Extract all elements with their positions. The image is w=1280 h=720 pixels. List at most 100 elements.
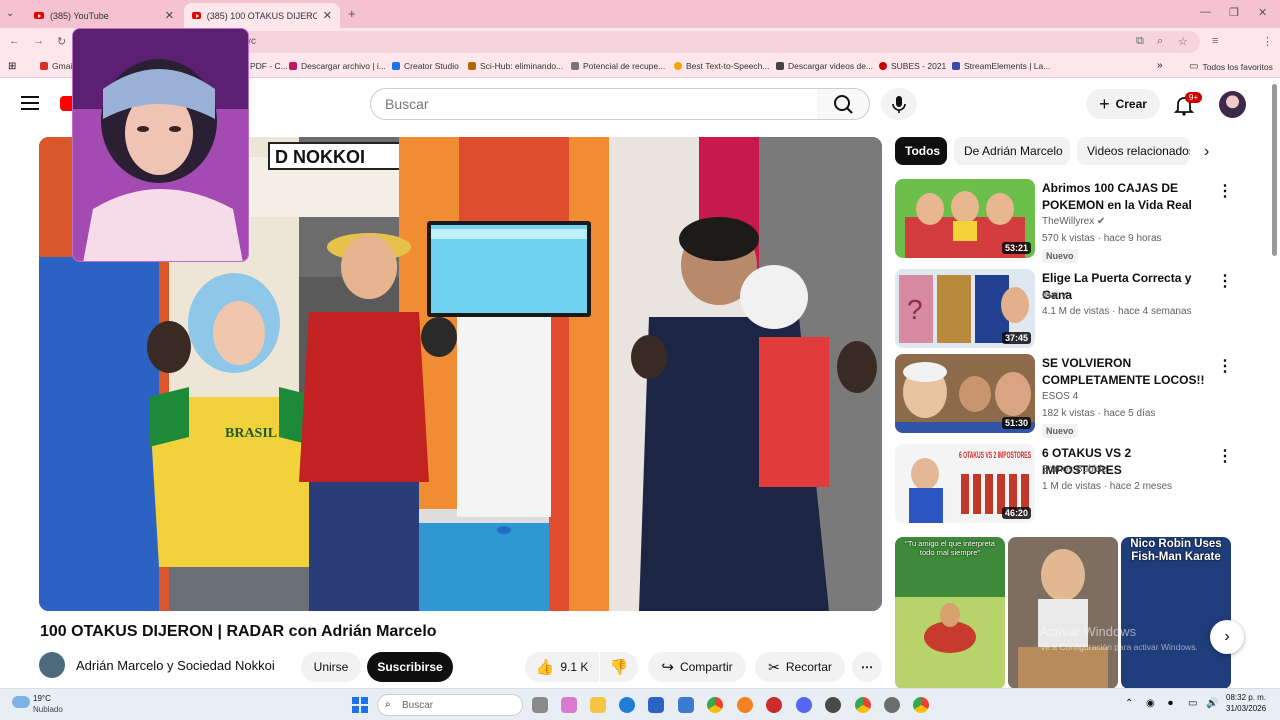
channel-name[interactable]: Adrián Marcelo y Sociedad Nokkoi — [76, 658, 275, 673]
short-thumbnail — [895, 597, 1005, 689]
clock-time[interactable]: 08:32 p. m. — [1226, 693, 1266, 702]
recommendation-item[interactable]: 6 OTAKUS VS 2 IMPOSTORES 46:20 6 OTAKUS … — [895, 444, 1235, 524]
bookmark-label: StreamElements | La... — [964, 61, 1051, 71]
clock-date[interactable]: 31/03/2026 — [1226, 704, 1266, 713]
account-avatar[interactable] — [1219, 91, 1246, 118]
chrome-alt-icon[interactable] — [913, 697, 929, 713]
menu-icon[interactable]: ⋮ — [1262, 35, 1273, 48]
bookmark-tts[interactable]: Best Text-to-Speech... — [674, 61, 769, 71]
short-item[interactable] — [1008, 537, 1118, 689]
more-vertical-icon[interactable]: ⋮ — [1217, 446, 1233, 466]
search-button[interactable] — [817, 88, 870, 120]
bookmark-scihub[interactable]: Sci-Hub: eliminando... — [468, 61, 563, 71]
weather-temp[interactable]: 19°C — [33, 694, 51, 703]
task-view-icon[interactable] — [532, 697, 548, 713]
edge-icon[interactable] — [619, 697, 635, 713]
close-tab-icon[interactable]: ✕ — [165, 9, 174, 22]
channel-avatar[interactable] — [39, 652, 65, 678]
clip-button[interactable]: ✂ Recortar — [755, 652, 845, 682]
weather-desc[interactable]: Nublado — [33, 705, 63, 714]
reload-icon[interactable]: ↻ — [57, 35, 66, 48]
bookmark-potencial[interactable]: Potencial de recupe... — [571, 61, 665, 71]
store-icon[interactable] — [648, 697, 664, 713]
bookmark-pdf[interactable]: PDF - C... — [250, 61, 288, 71]
settings-icon[interactable] — [884, 697, 900, 713]
copilot-icon[interactable] — [561, 697, 577, 713]
apps-icon[interactable]: ⊞ — [8, 61, 16, 72]
chrome-profile-icon[interactable] — [855, 697, 871, 713]
monitor-icon[interactable]: ▭ — [1188, 698, 1197, 709]
bookmark-creator-studio[interactable]: Creator Studio — [392, 61, 459, 71]
bookmark-streamelements[interactable]: StreamElements | La... — [952, 61, 1050, 71]
tab-search-icon[interactable]: ⌄ — [6, 8, 14, 19]
bookmark-label: Sci-Hub: eliminando... — [480, 61, 564, 71]
chip-from-channel[interactable]: De Adrián Marcelo — [954, 137, 1070, 165]
file-explorer-icon[interactable] — [590, 697, 606, 713]
wifi-icon[interactable]: ◉ — [1146, 698, 1155, 709]
more-bookmarks-icon[interactable]: » — [1157, 60, 1163, 71]
firefox-icon[interactable] — [737, 697, 753, 713]
more-horizontal-icon: ⋯ — [861, 660, 873, 674]
cloud-icon — [12, 696, 30, 708]
folder-icon: ▭ — [1189, 61, 1199, 72]
taskbar-search[interactable]: Buscar — [377, 694, 523, 716]
bookmark-descargar-videos[interactable]: Descargar videos de... — [776, 61, 873, 71]
more-actions-button[interactable]: ⋯ — [852, 652, 882, 682]
tab-current-video[interactable]: (385) 100 OTAKUS DIJERON | RA ✕ — [184, 3, 340, 28]
windows-start-icon[interactable] — [352, 697, 368, 713]
voice-search-button[interactable] — [881, 88, 917, 120]
bookmark-star-icon[interactable]: ☆ — [1178, 35, 1188, 48]
join-button[interactable]: Unirse — [301, 652, 361, 682]
new-tab-icon[interactable]: + — [348, 6, 356, 21]
mail-icon[interactable] — [678, 697, 694, 713]
obs-icon[interactable] — [825, 697, 841, 713]
short-item[interactable]: "Tu amigo el que interpreta todo mal sie… — [895, 537, 1005, 689]
chip-related[interactable]: Videos relacionados — [1077, 137, 1190, 165]
bookmark-gmail[interactable]: Gmail — [40, 61, 74, 71]
more-vertical-icon[interactable]: ⋮ — [1217, 181, 1233, 201]
shorts-next-button[interactable]: › — [1210, 620, 1244, 654]
subscribe-button[interactable]: Suscribirse — [367, 652, 453, 682]
share-button[interactable]: ↪ Compartir — [648, 652, 746, 682]
recommendation-item[interactable]: 51:30 SE VOLVIERON COMPLETAMENTE LOCOS!!… — [895, 354, 1235, 438]
cast-icon[interactable]: ⧉ — [1136, 35, 1144, 48]
close-tab-icon[interactable]: ✕ — [323, 9, 332, 22]
zoom-icon[interactable]: ⌕ — [1157, 35, 1163, 48]
chip-all[interactable]: Todos — [895, 137, 947, 165]
rec-channel-name: Ibai — [1042, 290, 1059, 301]
share-icon: ↪ — [661, 659, 674, 676]
playlist-icon[interactable]: ≡ — [1212, 35, 1218, 47]
minimize-icon[interactable]: — — [1200, 6, 1211, 18]
discord-icon[interactable] — [796, 697, 812, 713]
mic-tray-icon[interactable]: ⏺ — [1168, 698, 1173, 709]
search-input[interactable]: Buscar — [370, 88, 818, 120]
more-vertical-icon[interactable]: ⋮ — [1217, 271, 1233, 291]
bookmark-descargar-archivo[interactable]: Descargar archivo | i... — [289, 61, 386, 71]
all-favorites[interactable]: ▭ Todos los favoritos — [1189, 61, 1273, 72]
recommendation-item[interactable]: ? 37:45 Elige La Puerta Correcta y Gana … — [895, 269, 1235, 349]
activate-windows-subtitle: Ve a Configuración para activar Windows. — [1040, 642, 1198, 652]
create-button[interactable]: + Crear — [1086, 89, 1160, 119]
page-scrollbar[interactable] — [1272, 84, 1277, 256]
restore-icon[interactable]: ❐ — [1229, 6, 1239, 19]
more-vertical-icon[interactable]: ⋮ — [1217, 356, 1233, 376]
chevron-right-icon[interactable]: › — [1204, 143, 1209, 161]
like-button[interactable]: 👍 9.1 K — [525, 652, 599, 682]
svg-text:?: ? — [907, 294, 923, 325]
share-label: Compartir — [679, 660, 733, 674]
new-badge: Nuevo — [1042, 424, 1078, 438]
network-tray-icon[interactable]: ⌃ — [1125, 698, 1133, 709]
opera-icon[interactable] — [766, 697, 782, 713]
close-window-icon[interactable]: ✕ — [1258, 6, 1267, 19]
tab-youtube-home[interactable]: (385) YouTube ✕ — [26, 3, 182, 28]
forward-icon[interactable]: → — [33, 35, 44, 47]
back-icon[interactable]: ← — [9, 35, 20, 47]
hamburger-menu-icon[interactable] — [21, 96, 39, 110]
volume-icon[interactable]: 🔊 — [1206, 698, 1218, 709]
short-item[interactable]: Nico Robin Uses Fish-Man Karate — [1121, 537, 1231, 689]
recommendation-item[interactable]: 53:21 Abrimos 100 CAJAS DE POKEMON en la… — [895, 179, 1235, 263]
dislike-button[interactable]: 👎 — [600, 652, 638, 682]
rec-meta: 4.1 M de vistas · hace 4 semanas — [1042, 306, 1192, 317]
bookmark-subes[interactable]: SUBES - 2021 — [879, 61, 946, 71]
chrome-icon[interactable] — [707, 697, 723, 713]
